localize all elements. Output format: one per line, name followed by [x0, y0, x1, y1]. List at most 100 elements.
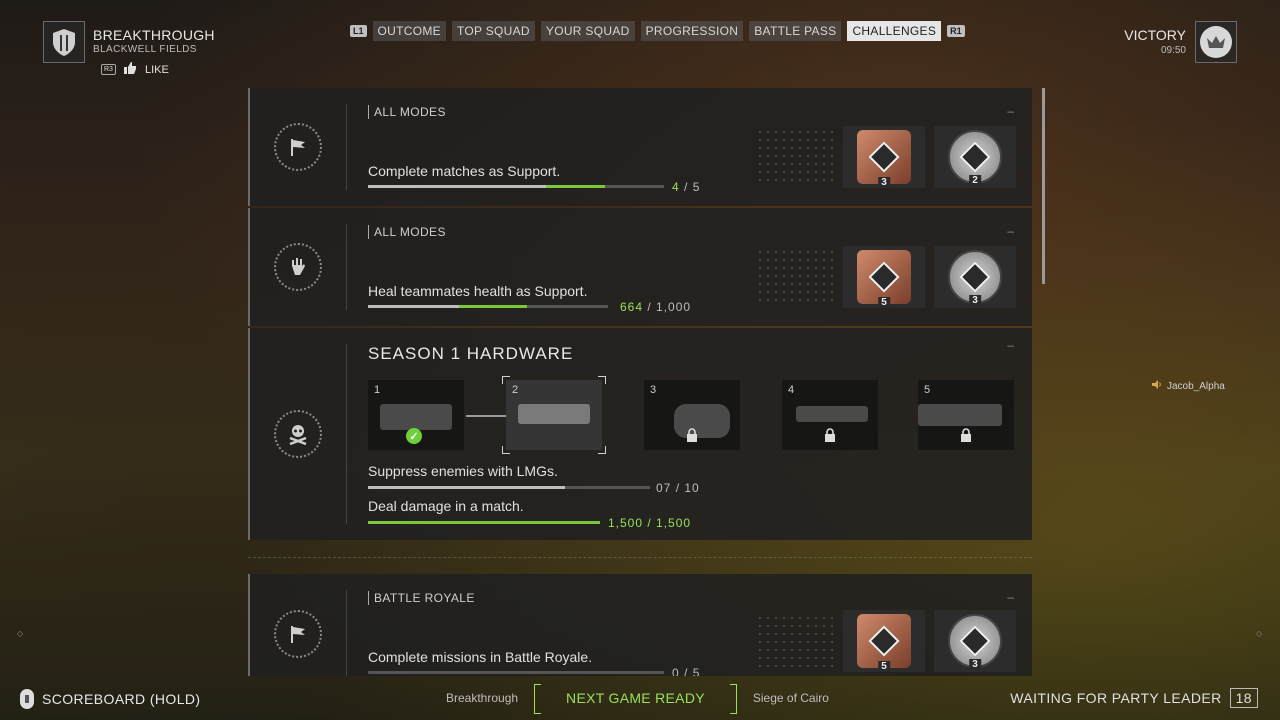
- collapse-indicator: –: [1007, 224, 1014, 238]
- next-map: Siege of Cairo: [752, 691, 829, 705]
- card-divider: [346, 590, 347, 676]
- lock-icon: [687, 428, 697, 442]
- flag-icon: [274, 123, 322, 171]
- collapse-indicator: –: [1007, 590, 1014, 604]
- match-result: VICTORY: [1124, 27, 1186, 43]
- season-task-1-progress-bar: [368, 486, 650, 489]
- grip-attachment-icon: [796, 406, 868, 422]
- r3-button-icon: R3: [101, 64, 116, 75]
- voice-chat-indicator: Jacob_Alpha: [1152, 380, 1225, 392]
- section-divider: [248, 557, 1032, 558]
- season-challenge-card[interactable]: SEASON 1 HARDWARE – 1 ✓ 2 3 4 5 Suppress…: [248, 328, 1032, 540]
- bronze-medal-icon: 3: [857, 130, 911, 188]
- season-task-1-description: Suppress enemies with LMGs.: [368, 463, 558, 479]
- next-game-status: Breakthrough NEXT GAME READY Siege of Ca…: [446, 684, 829, 714]
- silver-medal-icon: 3: [948, 614, 1002, 670]
- party-status: WAITING FOR PARTY LEADER 18: [1010, 688, 1258, 708]
- collapse-indicator: –: [1007, 104, 1014, 118]
- reward-bronze[interactable]: 5: [843, 246, 925, 308]
- like-label: LIKE: [144, 63, 169, 76]
- season-task-2-progress-bar: [368, 521, 600, 524]
- bronze-medal-icon: 5: [857, 614, 911, 672]
- victory-emblem: [1195, 21, 1237, 63]
- speaker-icon: [1152, 380, 1162, 392]
- lock-icon: [961, 428, 971, 442]
- previous-mode: Breakthrough: [446, 691, 519, 705]
- tab-outcome[interactable]: OUTCOME: [372, 21, 446, 41]
- list-scrollbar[interactable]: [1042, 88, 1045, 284]
- challenge-progress-text: 4 / 5: [672, 180, 701, 194]
- challenge-card[interactable]: ALL MODES – Heal teammates health as Sup…: [248, 208, 1032, 326]
- challenges-list[interactable]: ALL MODES – Complete matches as Support.…: [248, 88, 1032, 676]
- scoreboard-label: SCOREBOARD (HOLD): [42, 691, 201, 707]
- season-title: SEASON 1 HARDWARE: [368, 344, 574, 363]
- checkmark-icon: ✓: [406, 428, 422, 444]
- hardware-slot-3[interactable]: 3: [644, 380, 740, 450]
- reward-silver[interactable]: 3: [934, 246, 1016, 308]
- touchpad-button-icon: [20, 689, 34, 709]
- challenge-mode: ALL MODES: [368, 225, 446, 239]
- season-task-1-progress-text: 07 / 10: [656, 481, 700, 495]
- flag-icon: [274, 610, 322, 658]
- challenge-progress-bar: [368, 185, 664, 188]
- reward-silver[interactable]: 2: [934, 126, 1016, 188]
- season-task-2-progress-text: 1,500 / 1,500: [608, 516, 692, 530]
- crown-icon: [1200, 26, 1232, 58]
- challenge-card[interactable]: BATTLE ROYALE – Complete missions in Bat…: [248, 574, 1032, 676]
- challenge-progress-bar: [368, 671, 664, 674]
- challenge-description: Heal teammates health as Support.: [368, 283, 588, 299]
- challenge-description: Complete missions in Battle Royale.: [368, 649, 593, 665]
- tab-bar: L1 OUTCOME TOP SQUAD YOUR SQUAD PROGRESS…: [350, 21, 965, 41]
- weapon-icon: [918, 404, 1002, 426]
- map-name: BLACKWELL FIELDS: [93, 44, 197, 55]
- bronze-medal-icon: 5: [857, 250, 911, 308]
- tab-your-squad[interactable]: YOUR SQUAD: [540, 21, 635, 41]
- skull-crossbones-icon: [274, 410, 322, 458]
- challenge-progress-bar: [368, 305, 608, 308]
- scope-attachment-icon: [380, 404, 452, 430]
- revolver-icon: [674, 404, 730, 438]
- silver-medal-icon: 2: [948, 130, 1002, 186]
- dot-pattern: [756, 128, 836, 184]
- silver-medal-icon: 3: [948, 250, 1002, 306]
- challenge-mode: BATTLE ROYALE: [368, 591, 475, 605]
- card-divider: [346, 104, 347, 190]
- challenge-mode: ALL MODES: [368, 105, 446, 119]
- player-name: Jacob_Alpha: [1167, 380, 1225, 392]
- hardware-slot-1[interactable]: 1 ✓: [368, 380, 464, 450]
- reward-bronze[interactable]: 3: [843, 126, 925, 188]
- reward-silver[interactable]: 3: [934, 610, 1016, 672]
- tab-battle-pass[interactable]: BATTLE PASS: [749, 21, 842, 41]
- dot-pattern: [756, 614, 836, 670]
- waiting-label: WAITING FOR PARTY LEADER: [1010, 690, 1222, 706]
- challenge-card[interactable]: ALL MODES – Complete matches as Support.…: [248, 88, 1032, 206]
- mode-emblem: [43, 21, 85, 63]
- reward-bronze[interactable]: 5: [843, 610, 925, 672]
- challenge-progress-text: 0 / 5: [672, 666, 701, 676]
- match-time: 09:50: [1160, 45, 1186, 56]
- hardware-slot-4[interactable]: 4: [782, 380, 878, 450]
- mode-title: BREAKTHROUGH: [93, 27, 215, 43]
- heal-hand-icon: [274, 243, 322, 291]
- edge-marker: ◇: [1256, 629, 1263, 638]
- scoreboard-hint[interactable]: SCOREBOARD (HOLD): [20, 689, 200, 709]
- tab-challenges[interactable]: CHALLENGES: [847, 21, 942, 41]
- season-task-2-description: Deal damage in a match.: [368, 498, 524, 514]
- countdown-timer: 18: [1229, 688, 1258, 708]
- hardware-slot-5[interactable]: 5: [918, 380, 1014, 450]
- challenge-progress-text: 664 / 1,000: [620, 300, 692, 314]
- like-control[interactable]: R3 LIKE: [101, 62, 169, 77]
- slot-connector: [466, 415, 506, 417]
- tab-top-squad[interactable]: TOP SQUAD: [451, 21, 535, 41]
- rail-attachment-icon: [518, 404, 590, 424]
- r1-bumper-icon[interactable]: R1: [947, 25, 965, 37]
- l1-bumper-icon[interactable]: L1: [350, 25, 367, 37]
- hardware-slot-2[interactable]: 2: [502, 376, 606, 454]
- next-game-ready: NEXT GAME READY: [534, 684, 737, 714]
- shield-swords-icon: [53, 29, 75, 56]
- edge-marker: ◇: [17, 629, 24, 638]
- thumbs-up-icon: [123, 62, 137, 77]
- tab-progression[interactable]: PROGRESSION: [640, 21, 744, 41]
- card-divider: [346, 344, 347, 524]
- dot-pattern: [756, 248, 836, 304]
